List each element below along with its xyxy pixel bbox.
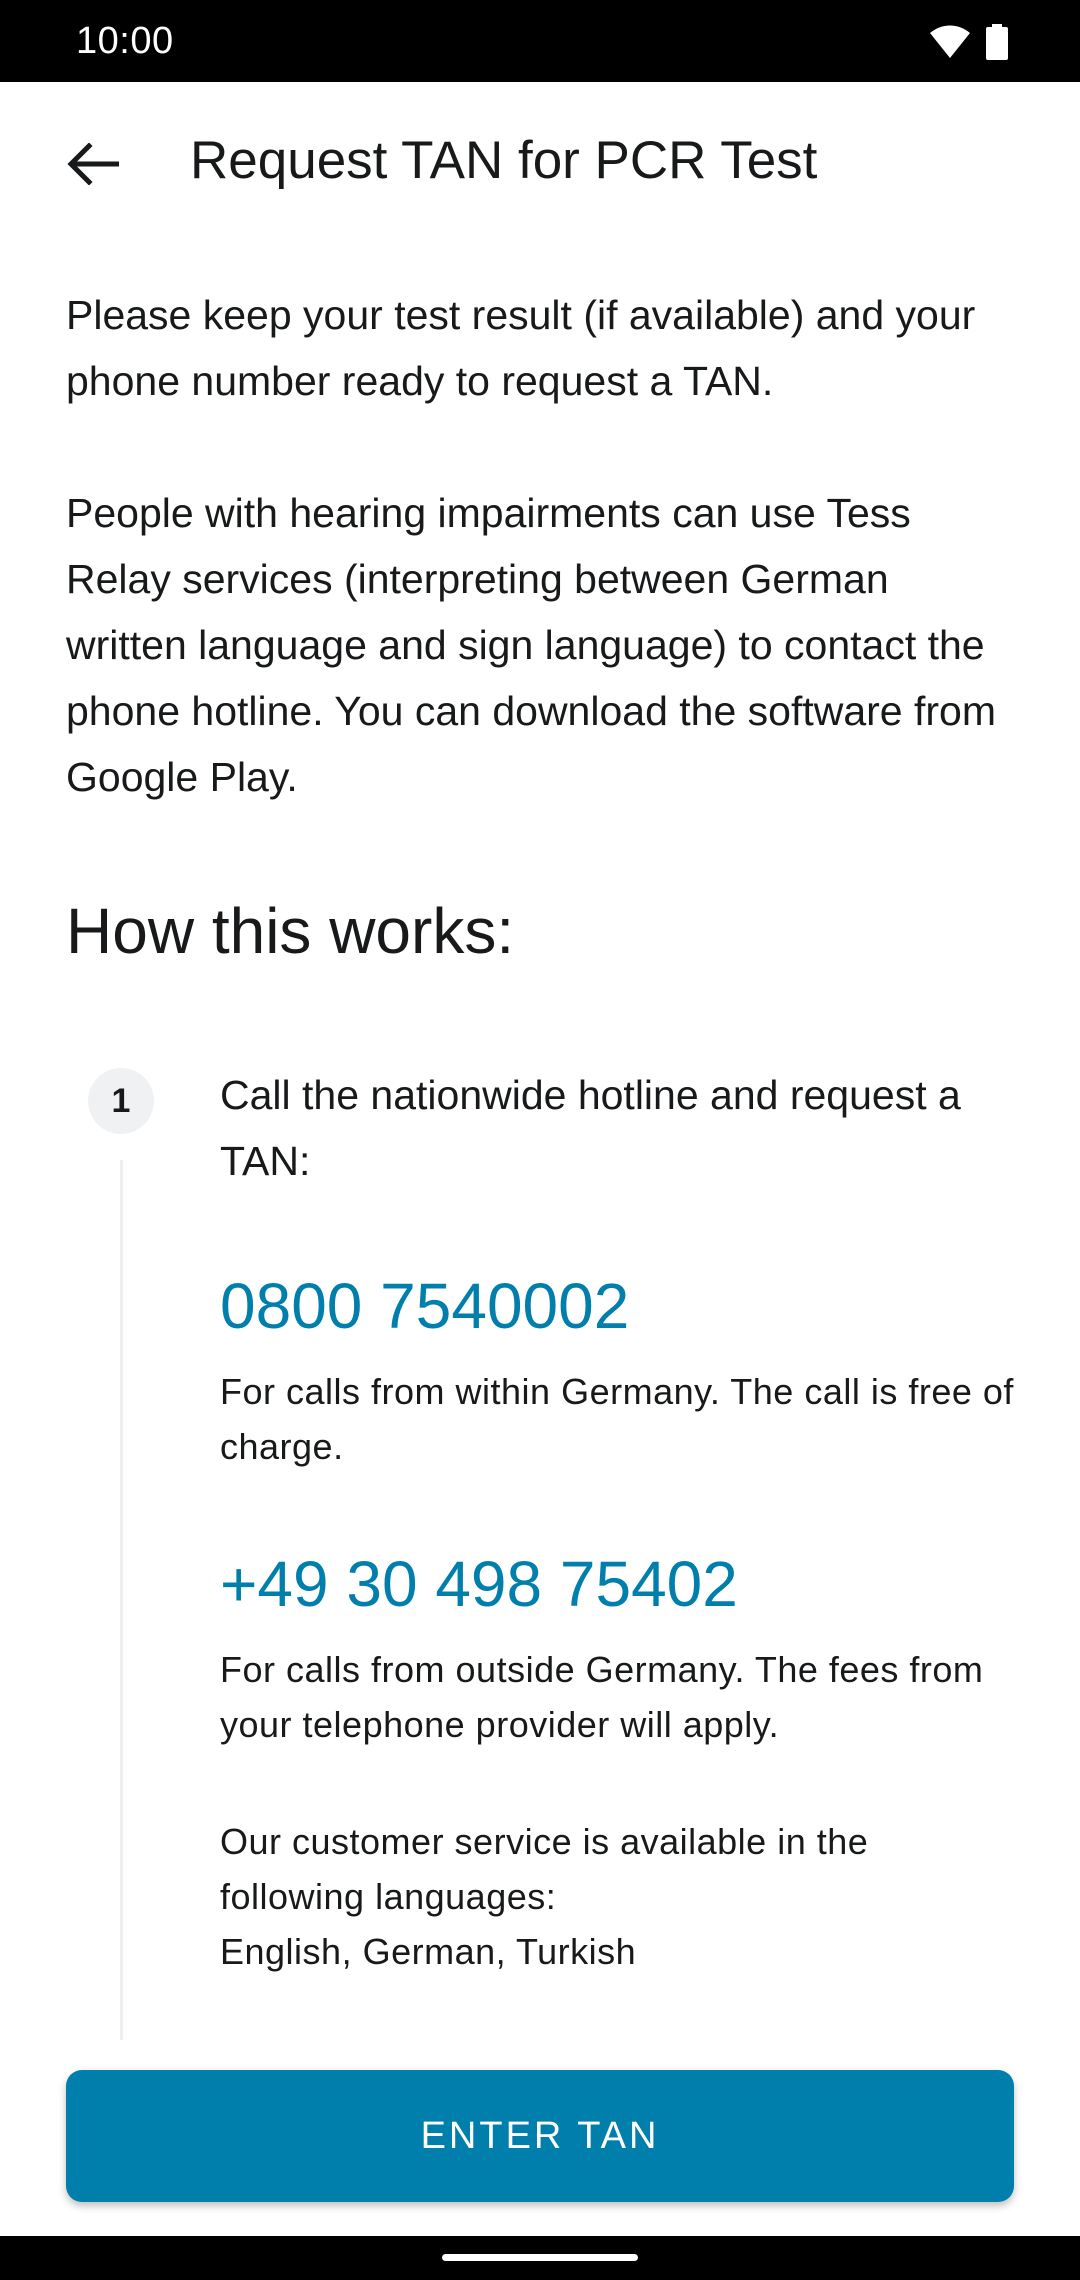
step-text: Call the nationwide hotline and request … xyxy=(220,1072,961,1184)
home-indicator[interactable] xyxy=(442,2254,638,2261)
back-button[interactable] xyxy=(46,118,142,214)
service-languages-intro: Our customer service is available in the… xyxy=(220,1821,869,1917)
hotline-international-note: For calls from outside Germany. The fees… xyxy=(220,1649,984,1745)
app-bar: Request TAN for PCR Test xyxy=(0,82,1080,242)
arrow-back-icon xyxy=(67,141,121,190)
hotline-germany-note: For calls from within Germany. The call … xyxy=(220,1371,1014,1467)
hotline-germany-link[interactable]: 0800 7540002 xyxy=(220,1266,1020,1346)
service-languages-list: English, German, Turkish xyxy=(220,1931,637,1972)
status-icons xyxy=(930,24,1008,65)
intro-paragraph-hearing: People with hearing impairments can use … xyxy=(66,490,996,800)
service-languages-text: Our customer service is available in the… xyxy=(220,1814,1020,1979)
hotline-international-link[interactable]: +49 30 498 75402 xyxy=(220,1544,1020,1624)
step-connector-line xyxy=(120,1160,123,2040)
step-body: Call the nationwide hotline and request … xyxy=(220,1062,1020,1979)
page-title: Request TAN for PCR Test xyxy=(190,131,818,190)
wifi-icon xyxy=(930,25,970,64)
status-bar: 10:00 xyxy=(0,0,1080,82)
battery-icon xyxy=(986,24,1008,65)
intro-content: Please keep your test result (if availab… xyxy=(66,282,1016,810)
intro-paragraph-result: Please keep your test result (if availab… xyxy=(66,292,976,404)
step-number-badge: 1 xyxy=(88,1068,154,1134)
system-nav-bar xyxy=(0,2236,1080,2280)
status-time: 10:00 xyxy=(76,20,174,62)
enter-tan-button[interactable]: ENTER TAN xyxy=(66,2070,1014,2202)
how-it-works-title: How this works: xyxy=(66,895,515,967)
